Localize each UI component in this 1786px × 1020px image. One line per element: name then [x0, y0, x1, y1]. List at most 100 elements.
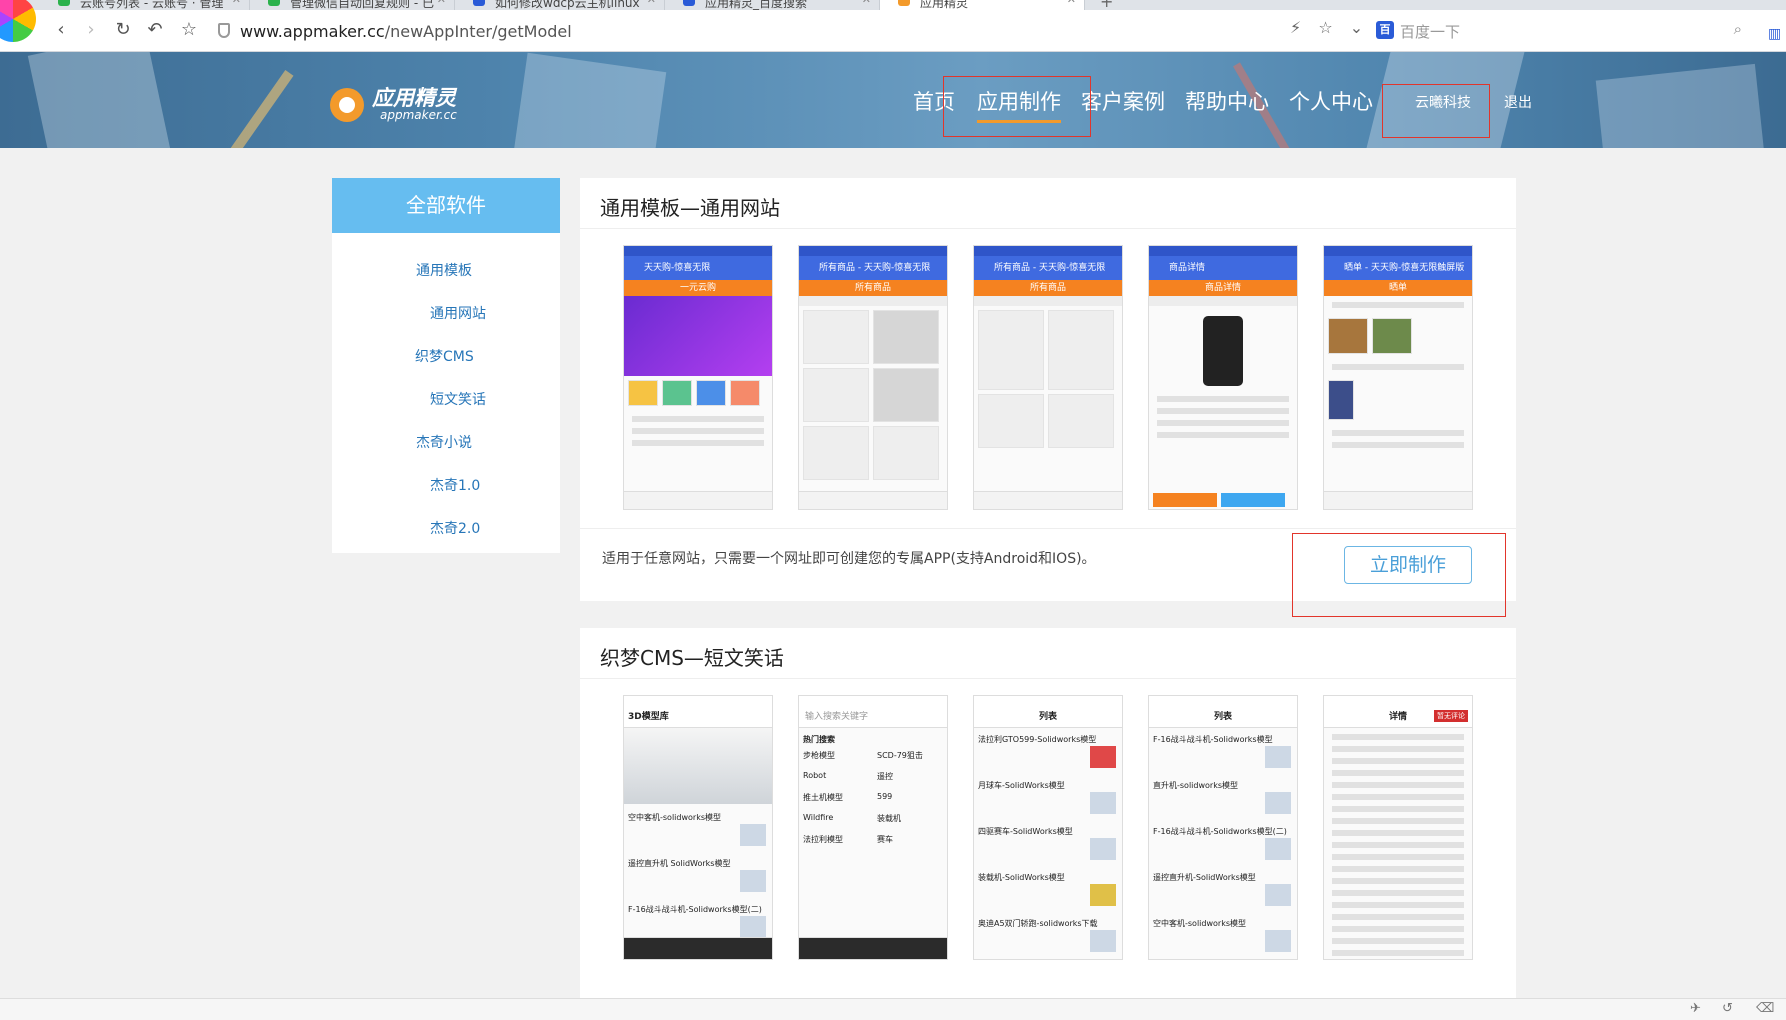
sidebar-item-jokes[interactable]: 短文笑话	[430, 389, 486, 409]
undo-icon[interactable]: ↶	[144, 19, 166, 41]
tab-favicon-icon	[473, 0, 485, 6]
sidebar-item-jieqi-2[interactable]: 杰奇2.0	[430, 518, 480, 538]
screenshot-thumb	[1265, 746, 1291, 768]
app-screenshot[interactable]: 列表 F-16战斗战斗机-Solidworks模型 直升机-solidworks…	[1148, 695, 1298, 960]
back-icon[interactable]: ‹	[50, 19, 72, 41]
tab-label: 应用精灵	[920, 0, 969, 10]
browser-tab[interactable]: 如何修改wdcp云主机linux ✕	[455, 0, 665, 10]
sidebar-item-general-website[interactable]: 通用网站	[430, 303, 486, 323]
screenshot-item: F-16战斗战斗机-Solidworks模型(二)	[628, 905, 762, 914]
screenshot-sub: 一元云购	[624, 280, 772, 296]
divider	[580, 528, 1516, 529]
sidebar-item-jieqi-1[interactable]: 杰奇1.0	[430, 475, 480, 495]
screenshot-item: 直升机-solidworks模型	[1153, 781, 1238, 790]
screenshot-item: 法拉利模型	[803, 835, 843, 844]
browser-tab-active[interactable]: 应用精灵 ✕	[880, 0, 1085, 10]
screenshot-header: 所有商品 - 天天购-惊喜无限	[974, 256, 1122, 280]
close-icon[interactable]: ✕	[647, 0, 656, 6]
app-screenshot[interactable]: 所有商品 - 天天购-惊喜无限 所有商品	[798, 245, 948, 510]
address-actions: ⚡ ☆ ⌄	[1290, 18, 1375, 37]
annotation-box	[1292, 533, 1506, 617]
nav-cases[interactable]: 客户案例	[1081, 86, 1165, 116]
screenshot-header: 商品详情	[1149, 256, 1297, 280]
close-icon[interactable]: ✕	[437, 0, 446, 6]
favorite-star-icon[interactable]: ☆	[178, 19, 200, 41]
card-title: 通用模板—通用网站	[600, 196, 780, 220]
browser-tab-strip: 云账号列表 - 云账号 · 管理 ✕ 管理微信自动回复规则 - 已 ✕ 如何修改…	[0, 0, 1786, 10]
browser-tab[interactable]: 应用精灵_百度搜索 ✕	[665, 0, 880, 10]
url-path: /newAppInter/getModel	[384, 22, 572, 41]
address-url[interactable]: www.appmaker.cc/newAppInter/getModel	[240, 22, 572, 41]
close-icon[interactable]: ✕	[862, 0, 871, 6]
screenshot-sub: 晒单	[1324, 280, 1472, 296]
screenshot-thumb	[1090, 884, 1116, 906]
app-screenshot[interactable]: 3D模型库 空中客机-solidworks模型 遥控直升机 SolidWorks…	[623, 695, 773, 960]
address-bar[interactable]: www.appmaker.cc/newAppInter/getModel	[208, 16, 1338, 46]
reload-icon[interactable]: ↻	[112, 19, 134, 41]
refresh-icon[interactable]: ↺	[1722, 1001, 1733, 1016]
screenshot-item: 四驱赛车-SolidWorks模型	[978, 827, 1073, 836]
header-decoration	[27, 52, 173, 148]
screenshot-item: 599	[877, 792, 893, 801]
divider	[580, 678, 1516, 679]
app-screenshot[interactable]: 所有商品 - 天天购-惊喜无限 所有商品	[973, 245, 1123, 510]
app-screenshot[interactable]: 列表 法拉利GTO599-Solidworks模型 月球车-SolidWorks…	[973, 695, 1123, 960]
new-tab-button[interactable]: +	[1100, 0, 1113, 10]
tab-label: 应用精灵_百度搜索	[705, 0, 808, 10]
screenshot-header: 3D模型库	[624, 706, 772, 728]
screenshot-header: 晒单 - 天天购-惊喜无限触屏版	[1324, 256, 1472, 280]
baidu-icon: 百	[1376, 21, 1394, 39]
sidebar-toggle-icon[interactable]: ▥	[1768, 26, 1781, 42]
screenshot-item: F-16战斗战斗机-Solidworks模型(二)	[1153, 827, 1287, 836]
screenshot-item: 热门搜索	[803, 735, 835, 744]
screenshot-item: 推土机模型	[803, 793, 843, 802]
forward-icon[interactable]: ›	[80, 19, 102, 41]
tab-label: 云账号列表 - 云账号 · 管理	[80, 0, 224, 10]
browser-tab[interactable]: 云账号列表 - 云账号 · 管理 ✕	[40, 0, 250, 10]
nav-personal[interactable]: 个人中心	[1289, 86, 1373, 116]
screenshot-header: 列表	[1149, 706, 1297, 728]
close-icon[interactable]: ✕	[1067, 0, 1076, 6]
screenshot-header: 列表	[974, 706, 1122, 728]
sidebar-item-jieqi-novel[interactable]: 杰奇小说	[416, 432, 472, 452]
screenshot-item: 遥控	[877, 772, 893, 781]
nav-help[interactable]: 帮助中心	[1185, 86, 1269, 116]
screenshot-sub: 商品详情	[1149, 280, 1297, 296]
app-screenshot[interactable]: 晒单 - 天天购-惊喜无限触屏版 晒单	[1323, 245, 1473, 510]
site-logo[interactable]: 应用精灵 appmaker.cc	[330, 80, 470, 130]
bookmark-star-icon[interactable]: ☆	[1318, 18, 1332, 37]
logout-link[interactable]: 退出	[1504, 92, 1532, 112]
screenshot-item: 赛车	[877, 835, 893, 844]
screenshot-item: 遥控直升机 SolidWorks模型	[628, 859, 731, 868]
screenshot-thumb	[1090, 930, 1116, 952]
screenshot-thumb	[1265, 838, 1291, 860]
category-sidebar: 全部软件 通用模板 通用网站 织梦CMS 短文笑话 杰奇小说 杰奇1.0 杰奇2…	[332, 178, 560, 553]
screenshot-thumb	[1265, 930, 1291, 952]
screenshot-item: 奥迪A5双门轿跑-solidworks下载	[978, 919, 1098, 928]
pin-icon[interactable]: ✈	[1690, 1001, 1701, 1016]
browser-tab[interactable]: 管理微信自动回复规则 - 已 ✕	[250, 0, 455, 10]
search-box[interactable]: 百 百度一下 ⌕	[1374, 18, 1746, 44]
screenshot-item: 遥控直升机-SolidWorks模型	[1153, 873, 1256, 882]
close-icon[interactable]: ✕	[232, 0, 241, 6]
screenshot-header: 输入搜索关键字	[799, 706, 947, 728]
app-screenshot[interactable]: 输入搜索关键字 热门搜索 步枪模型 SCD-79狙击 Robot 遥控 推土机模…	[798, 695, 948, 960]
search-placeholder: 百度一下	[1400, 23, 1461, 41]
browser-status-bar: ✈ ↺ ⌫	[0, 998, 1786, 1020]
sidebar-item-dedecms[interactable]: 织梦CMS	[415, 346, 474, 366]
screenshot-item: 月球车-SolidWorks模型	[978, 781, 1065, 790]
trash-icon[interactable]: ⌫	[1756, 1001, 1774, 1016]
lightning-icon[interactable]: ⚡	[1290, 18, 1301, 37]
screenshot-item: Robot	[803, 771, 827, 780]
app-screenshot[interactable]: 天天购-惊喜无限 一元云购	[623, 245, 773, 510]
tab-favicon-icon	[898, 0, 910, 6]
sidebar-item-general-template[interactable]: 通用模板	[416, 260, 472, 280]
app-screenshot[interactable]: 详情 暂无评论	[1323, 695, 1473, 960]
screenshot-item: 步枪模型	[803, 751, 835, 760]
chevron-down-icon[interactable]: ⌄	[1350, 18, 1363, 37]
screenshot-thumb	[740, 870, 766, 892]
brand-domain: appmaker.cc	[380, 108, 457, 122]
app-screenshot[interactable]: 商品详情 商品详情	[1148, 245, 1298, 510]
search-icon[interactable]: ⌕	[1734, 20, 1742, 38]
screenshot-thumb	[1090, 792, 1116, 814]
